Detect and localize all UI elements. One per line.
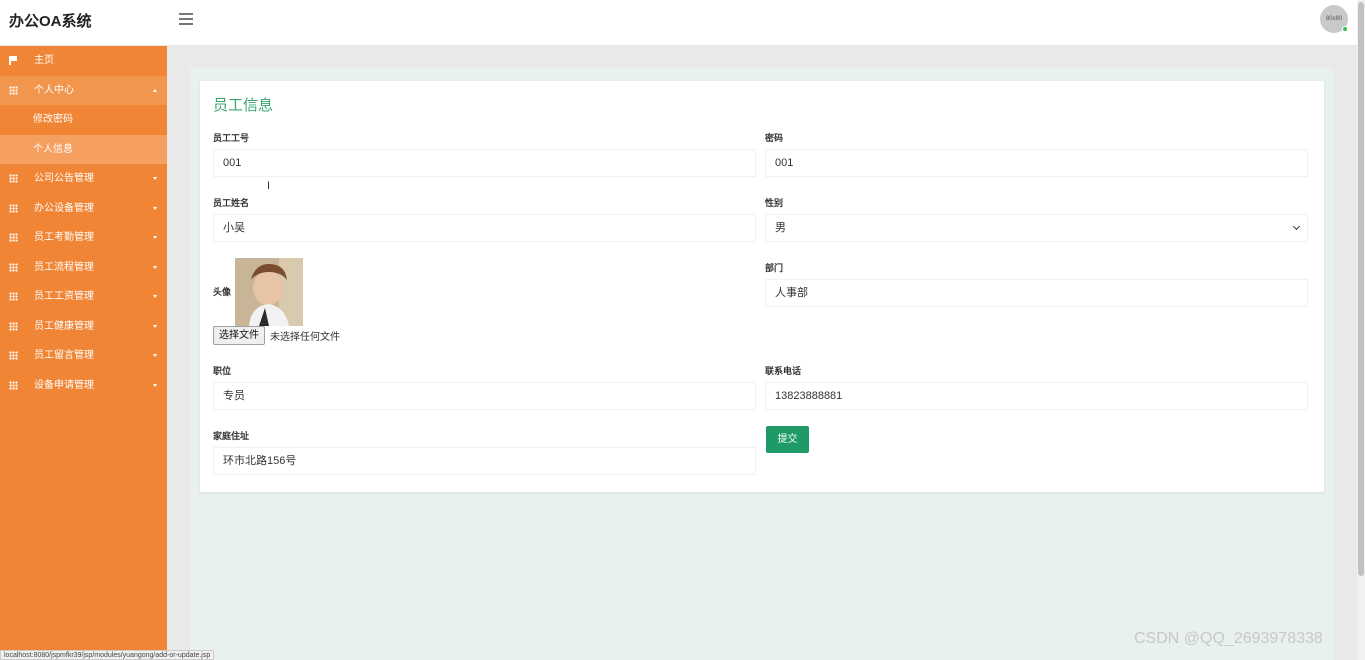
sidebar-item-label: 员工流程管理 [34, 261, 94, 273]
sidebar: 主页 个人中心 修改密码 个人信息 公司公告管理 办公设备管理 员工考勤管理 员… [0, 46, 167, 660]
top-header: 办公OA系统 80x80 [0, 0, 1357, 46]
choose-file-button[interactable]: 选择文件 [213, 326, 265, 345]
chevron-down-icon [153, 206, 157, 210]
name-label: 员工姓名 [213, 198, 250, 208]
sidebar-item-label: 设备申请管理 [34, 379, 94, 391]
password-label: 密码 [765, 133, 784, 143]
sidebar-item-messages[interactable]: 员工留言管理 [0, 341, 167, 371]
department-label: 部门 [765, 263, 784, 273]
app-title: 办公OA系统 [9, 13, 92, 30]
user-avatar[interactable]: 80x80 [1320, 5, 1348, 33]
chevron-down-icon [153, 265, 157, 269]
chevron-down-icon [1292, 222, 1301, 231]
sidebar-item-label: 办公设备管理 [34, 202, 94, 214]
grid-icon [9, 351, 18, 360]
menu-toggle-icon[interactable] [179, 13, 193, 25]
grid-icon [9, 85, 18, 95]
online-status-icon [1342, 26, 1348, 32]
grid-icon [9, 174, 18, 183]
sidebar-item-label: 个人中心 [34, 84, 74, 96]
phone-field[interactable]: 13823888881 [765, 382, 1308, 410]
browser-status-url: localhost:8080/jspmfkr39/jsp/modules/yua… [0, 650, 215, 660]
sidebar-item-label: 员工工资管理 [34, 291, 94, 302]
submit-button[interactable]: 提交 [766, 426, 809, 453]
sidebar-item-label: 修改密码 [33, 114, 73, 125]
avatar-label: 头像 [213, 287, 232, 297]
grid-icon [9, 321, 18, 331]
avatar-photo [235, 258, 303, 326]
employee-info-card: 员工信息 员工工号 001 密码 001 员工姓名 小吴 性别 男 头像 选择文… [200, 81, 1324, 492]
avatar-placeholder-text: 80x80 [1325, 16, 1343, 22]
sidebar-item-label: 员工留言管理 [34, 350, 94, 361]
sidebar-item-announcements[interactable]: 公司公告管理 [0, 164, 167, 194]
chevron-down-icon [153, 383, 157, 387]
employee-id-field[interactable]: 001 [213, 149, 756, 177]
address-label: 家庭住址 [213, 431, 250, 441]
chevron-down-icon [153, 354, 157, 357]
sidebar-item-personal-center[interactable]: 个人中心 [0, 75, 167, 105]
phone-label: 联系电话 [765, 366, 802, 376]
department-field[interactable]: 人事部 [765, 279, 1308, 307]
sidebar-item-workflow[interactable]: 员工流程管理 [0, 253, 167, 283]
sidebar-subitem-change-password[interactable]: 修改密码 [0, 105, 167, 135]
chevron-down-icon [153, 324, 157, 328]
gender-select[interactable]: 男 [765, 214, 1308, 242]
chevron-down-icon [153, 295, 157, 298]
chevron-up-icon [153, 88, 157, 92]
scrollbar-thumb[interactable] [1358, 2, 1364, 576]
grid-icon [9, 262, 18, 272]
sidebar-item-label: 主页 [34, 55, 54, 66]
address-field[interactable]: 环市北路156号 [213, 447, 756, 475]
chevron-down-icon [153, 177, 157, 180]
sidebar-item-equipment[interactable]: 办公设备管理 [0, 194, 167, 224]
sidebar-item-label: 个人信息 [33, 143, 73, 155]
sidebar-item-label: 公司公告管理 [34, 173, 94, 184]
grid-icon [9, 292, 18, 301]
sidebar-item-label: 员工健康管理 [34, 320, 94, 332]
position-label: 职位 [213, 366, 232, 376]
chevron-down-icon [153, 236, 157, 239]
grid-icon [9, 380, 18, 390]
employee-id-label: 员工工号 [213, 133, 250, 143]
sidebar-item-home[interactable]: 主页 [0, 46, 167, 76]
sidebar-item-label: 员工考勤管理 [34, 232, 94, 243]
position-field[interactable]: 专员 [213, 382, 756, 410]
sidebar-subitem-personal-info[interactable]: 个人信息 [0, 134, 167, 164]
password-field[interactable]: 001 [765, 149, 1308, 177]
page-title: 员工信息 [213, 97, 274, 114]
gender-selected-value: 男 [775, 222, 786, 234]
gender-label: 性别 [765, 198, 784, 208]
sidebar-item-attendance[interactable]: 员工考勤管理 [0, 223, 167, 253]
sidebar-item-health[interactable]: 员工健康管理 [0, 312, 167, 342]
grid-icon [9, 203, 18, 213]
text-cursor-icon: Ι [267, 180, 271, 192]
watermark: CSDN @QQ_2693978338 [1134, 630, 1323, 647]
name-field[interactable]: 小吴 [213, 214, 756, 242]
sidebar-item-equipment-requests[interactable]: 设备申请管理 [0, 371, 167, 401]
flag-icon [9, 56, 17, 65]
file-status-text: 未选择任何文件 [270, 332, 340, 343]
grid-icon [9, 233, 18, 242]
sidebar-item-salary[interactable]: 员工工资管理 [0, 282, 167, 312]
page-scrollbar[interactable] [1357, 0, 1365, 660]
